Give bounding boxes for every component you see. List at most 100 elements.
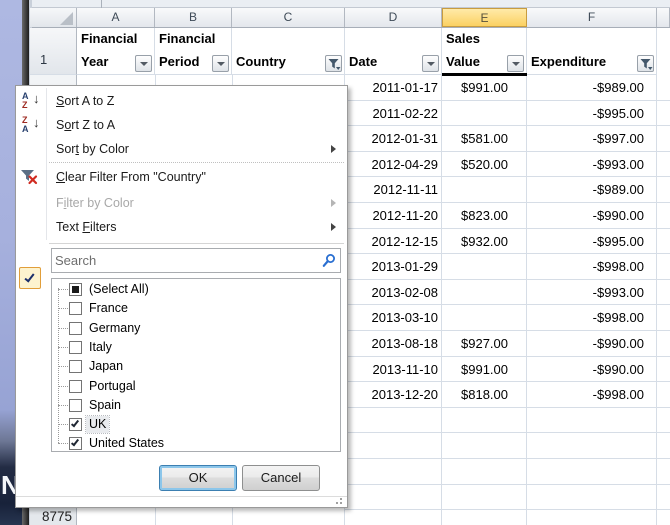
- checkbox-unchecked[interactable]: [69, 399, 82, 412]
- cell-sales-value[interactable]: [442, 433, 527, 458]
- cell-expenditure[interactable]: -$995.00: [527, 101, 657, 126]
- cancel-button[interactable]: Cancel: [242, 465, 320, 491]
- checkbox-checked[interactable]: [69, 418, 82, 431]
- cell-expenditure[interactable]: -$989.00: [527, 75, 657, 100]
- filter-dropdown-button[interactable]: [212, 55, 229, 72]
- filter-active-button[interactable]: [325, 55, 342, 72]
- filter-list-label[interactable]: Japan: [86, 358, 126, 375]
- cell-expenditure[interactable]: -$990.00: [527, 357, 657, 382]
- filter-list-item[interactable]: Portugal: [52, 377, 340, 396]
- filter-list-label[interactable]: United States: [86, 435, 167, 452]
- checkbox-unchecked[interactable]: [69, 360, 82, 373]
- cell-date[interactable]: 2013-08-18: [345, 331, 442, 356]
- cell-sales-value[interactable]: [442, 254, 527, 279]
- filter-list-item[interactable]: Spain: [52, 396, 340, 415]
- cell-expenditure[interactable]: [527, 459, 657, 484]
- search-input[interactable]: [55, 251, 315, 270]
- checkbox-checked[interactable]: [69, 437, 82, 450]
- cell-sales-value[interactable]: [442, 280, 527, 305]
- cell-date[interactable]: [345, 510, 442, 525]
- menu-item-sort-z-to-a[interactable]: ZA↓Sort Z to A: [17, 113, 346, 137]
- column-header-c[interactable]: C: [232, 8, 345, 27]
- filter-dropdown-button[interactable]: [422, 55, 439, 72]
- filter-list-item[interactable]: Germany: [52, 319, 340, 338]
- filter-list-label[interactable]: Germany: [86, 320, 143, 337]
- cell-expenditure[interactable]: -$998.00: [527, 305, 657, 330]
- cell-sales-value[interactable]: $581.00: [442, 126, 527, 151]
- header-cell-expenditure[interactable]: Expenditure: [527, 28, 657, 75]
- column-header-f[interactable]: F: [527, 8, 657, 27]
- menu-item-filter-by-color[interactable]: Filter by Color: [17, 191, 346, 215]
- cell-sales-value[interactable]: [442, 459, 527, 484]
- cell-sales-value[interactable]: [442, 101, 527, 126]
- cell-expenditure[interactable]: -$993.00: [527, 280, 657, 305]
- filter-list-label[interactable]: Italy: [86, 339, 115, 356]
- cell-expenditure[interactable]: [527, 408, 657, 433]
- cell-date[interactable]: 2012-01-31: [345, 126, 442, 151]
- column-header-b[interactable]: B: [155, 8, 232, 27]
- menu-item-sort-by-color[interactable]: Sort by Color: [17, 137, 346, 161]
- cell-date[interactable]: [345, 433, 442, 458]
- resize-gripper[interactable]: [340, 498, 342, 500]
- cell-date[interactable]: 2012-12-15: [345, 229, 442, 254]
- cell-expenditure[interactable]: [527, 433, 657, 458]
- resize-gripper[interactable]: [336, 502, 338, 504]
- filter-dropdown-button[interactable]: [135, 55, 152, 72]
- resize-gripper[interactable]: [340, 502, 342, 504]
- cell-date[interactable]: 2013-03-10: [345, 305, 442, 330]
- cell-expenditure[interactable]: [527, 485, 657, 510]
- cell-expenditure[interactable]: -$993.00: [527, 152, 657, 177]
- filter-list-item[interactable]: Italy: [52, 338, 340, 357]
- cell-date[interactable]: [345, 408, 442, 433]
- filter-list-label[interactable]: France: [86, 300, 131, 317]
- filter-list-label[interactable]: (Select All): [86, 281, 152, 298]
- filter-list-label[interactable]: Spain: [86, 397, 124, 414]
- checkbox-indeterminate[interactable]: [69, 283, 82, 296]
- filter-list-item[interactable]: UK: [52, 415, 340, 434]
- filter-dropdown-button[interactable]: [507, 55, 524, 72]
- header-cell-value[interactable]: SalesValue: [442, 28, 527, 75]
- cell-expenditure[interactable]: [527, 510, 657, 525]
- cell-date[interactable]: 2011-02-22: [345, 101, 442, 126]
- header-cell-country[interactable]: Country: [232, 28, 345, 75]
- cell-expenditure[interactable]: -$990.00: [527, 331, 657, 356]
- filter-list-item[interactable]: United States: [52, 434, 340, 452]
- menu-item-sort-a-to-z[interactable]: AZ↓Sort A to Z: [17, 89, 346, 113]
- cell-expenditure[interactable]: -$990.00: [527, 203, 657, 228]
- cell-sales-value[interactable]: [442, 408, 527, 433]
- cell-sales-value[interactable]: $520.00: [442, 152, 527, 177]
- checkbox-unchecked[interactable]: [69, 302, 82, 315]
- filter-list-item[interactable]: France: [52, 299, 340, 318]
- column-header-e[interactable]: E: [442, 8, 527, 27]
- cell-sales-value[interactable]: [442, 485, 527, 510]
- cell-sales-value[interactable]: $818.00: [442, 382, 527, 407]
- filter-list-label[interactable]: UK: [86, 416, 109, 433]
- select-all-corner[interactable]: [30, 8, 77, 27]
- filter-list-item[interactable]: Japan: [52, 357, 340, 376]
- cell-sales-value[interactable]: [442, 305, 527, 330]
- cell-expenditure[interactable]: -$989.00: [527, 177, 657, 202]
- cell-date[interactable]: 2013-01-29: [345, 254, 442, 279]
- filter-list-label[interactable]: Portugal: [86, 378, 139, 395]
- cell-sales-value[interactable]: $823.00: [442, 203, 527, 228]
- cell-sales-value[interactable]: $932.00: [442, 229, 527, 254]
- checkbox-unchecked[interactable]: [69, 341, 82, 354]
- cell-expenditure[interactable]: -$995.00: [527, 229, 657, 254]
- header-cell-year[interactable]: FinancialYear: [77, 28, 155, 75]
- cell-date[interactable]: 2012-04-29: [345, 152, 442, 177]
- cell-date[interactable]: 2012-11-20: [345, 203, 442, 228]
- cell-sales-value[interactable]: $991.00: [442, 357, 527, 382]
- cell-sales-value[interactable]: [442, 510, 527, 525]
- filter-active-button[interactable]: [637, 55, 654, 72]
- filter-list-item[interactable]: (Select All): [52, 280, 340, 299]
- menu-item-clear-filter[interactable]: Clear Filter From "Country": [17, 165, 346, 189]
- checkbox-unchecked[interactable]: [69, 322, 82, 335]
- cell-date[interactable]: 2013-02-08: [345, 280, 442, 305]
- cell-expenditure[interactable]: -$998.00: [527, 382, 657, 407]
- header-cell-date[interactable]: Date: [345, 28, 442, 75]
- cell-date[interactable]: [345, 485, 442, 510]
- column-header-d[interactable]: D: [345, 8, 442, 27]
- cell-sales-value[interactable]: [442, 177, 527, 202]
- cell-expenditure[interactable]: -$998.00: [527, 254, 657, 279]
- cell-date[interactable]: 2011-01-17: [345, 75, 442, 100]
